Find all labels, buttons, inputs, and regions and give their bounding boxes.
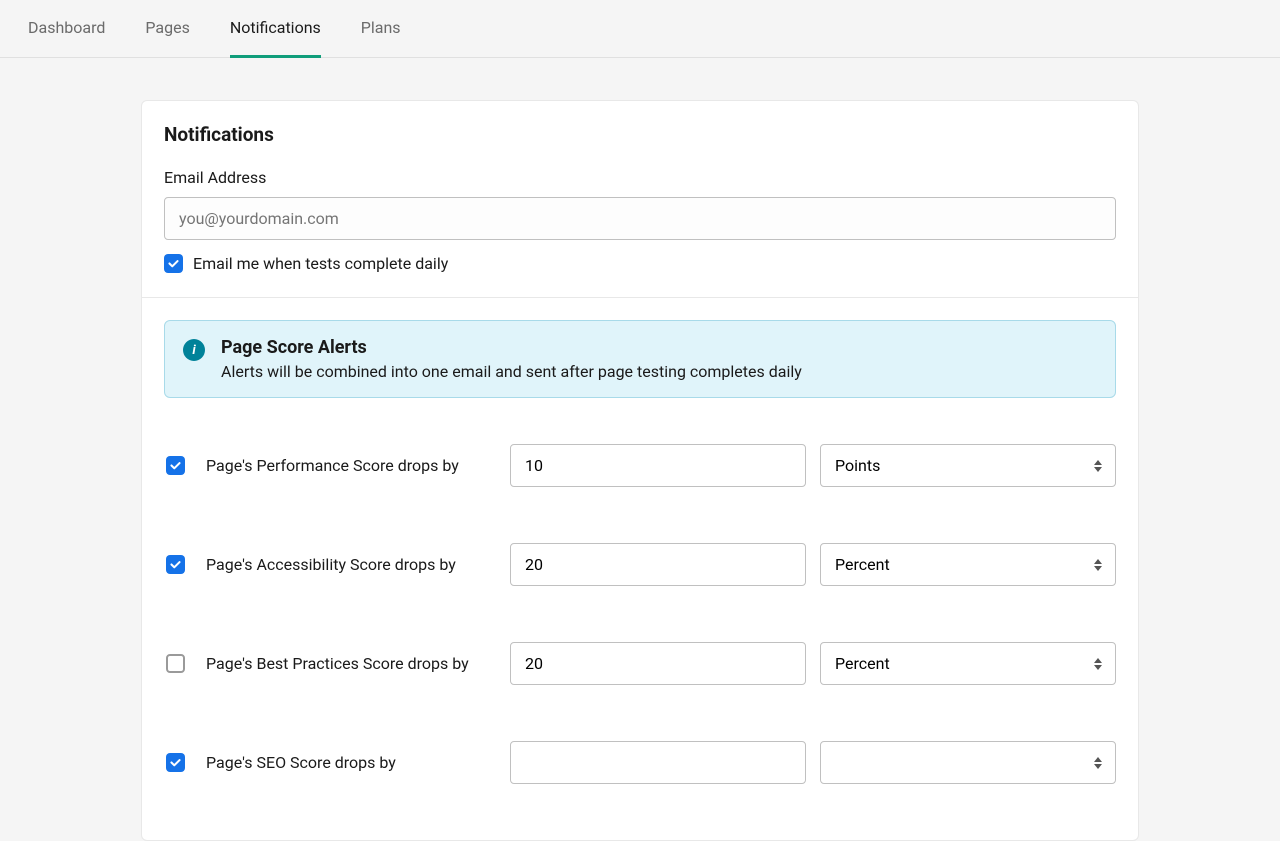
alert-row-accessibility: Page's Accessibility Score drops by Perc… — [164, 543, 1116, 586]
seo-value-input[interactable] — [510, 741, 806, 784]
info-banner: i Page Score Alerts Alerts will be combi… — [164, 320, 1116, 398]
banner-text: Alerts will be combined into one email a… — [221, 362, 802, 381]
tab-pages[interactable]: Pages — [145, 0, 189, 58]
nav-bar: Dashboard Pages Notifications Plans — [0, 0, 1280, 58]
notifications-card: Notifications Email Address Email me whe… — [141, 100, 1139, 841]
accessibility-label: Page's Accessibility Score drops by — [206, 555, 496, 574]
best-practices-value-input[interactable] — [510, 642, 806, 685]
performance-label: Page's Performance Score drops by — [206, 456, 496, 475]
accessibility-checkbox[interactable] — [166, 555, 185, 574]
tab-dashboard[interactable]: Dashboard — [28, 0, 105, 58]
email-label: Email Address — [164, 168, 1116, 187]
seo-unit-select[interactable] — [820, 741, 1116, 784]
tab-plans[interactable]: Plans — [361, 0, 401, 58]
performance-unit-select[interactable]: Points — [820, 444, 1116, 487]
alert-row-seo: Page's SEO Score drops by — [164, 741, 1116, 784]
daily-email-label: Email me when tests complete daily — [193, 254, 448, 273]
banner-title: Page Score Alerts — [221, 337, 802, 358]
page-title: Notifications — [164, 123, 1116, 146]
best-practices-unit-select[interactable]: Percent — [820, 642, 1116, 685]
tab-notifications[interactable]: Notifications — [230, 0, 321, 58]
performance-checkbox[interactable] — [166, 456, 185, 475]
seo-checkbox[interactable] — [166, 753, 185, 772]
accessibility-value-input[interactable] — [510, 543, 806, 586]
alert-row-performance: Page's Performance Score drops by Points — [164, 444, 1116, 487]
email-field[interactable] — [164, 197, 1116, 240]
alert-row-best-practices: Page's Best Practices Score drops by Per… — [164, 642, 1116, 685]
daily-email-checkbox[interactable] — [164, 254, 183, 273]
performance-value-input[interactable] — [510, 444, 806, 487]
info-icon: i — [183, 339, 205, 361]
seo-label: Page's SEO Score drops by — [206, 753, 496, 772]
accessibility-unit-select[interactable]: Percent — [820, 543, 1116, 586]
best-practices-checkbox[interactable] — [166, 654, 185, 673]
best-practices-label: Page's Best Practices Score drops by — [206, 654, 496, 673]
